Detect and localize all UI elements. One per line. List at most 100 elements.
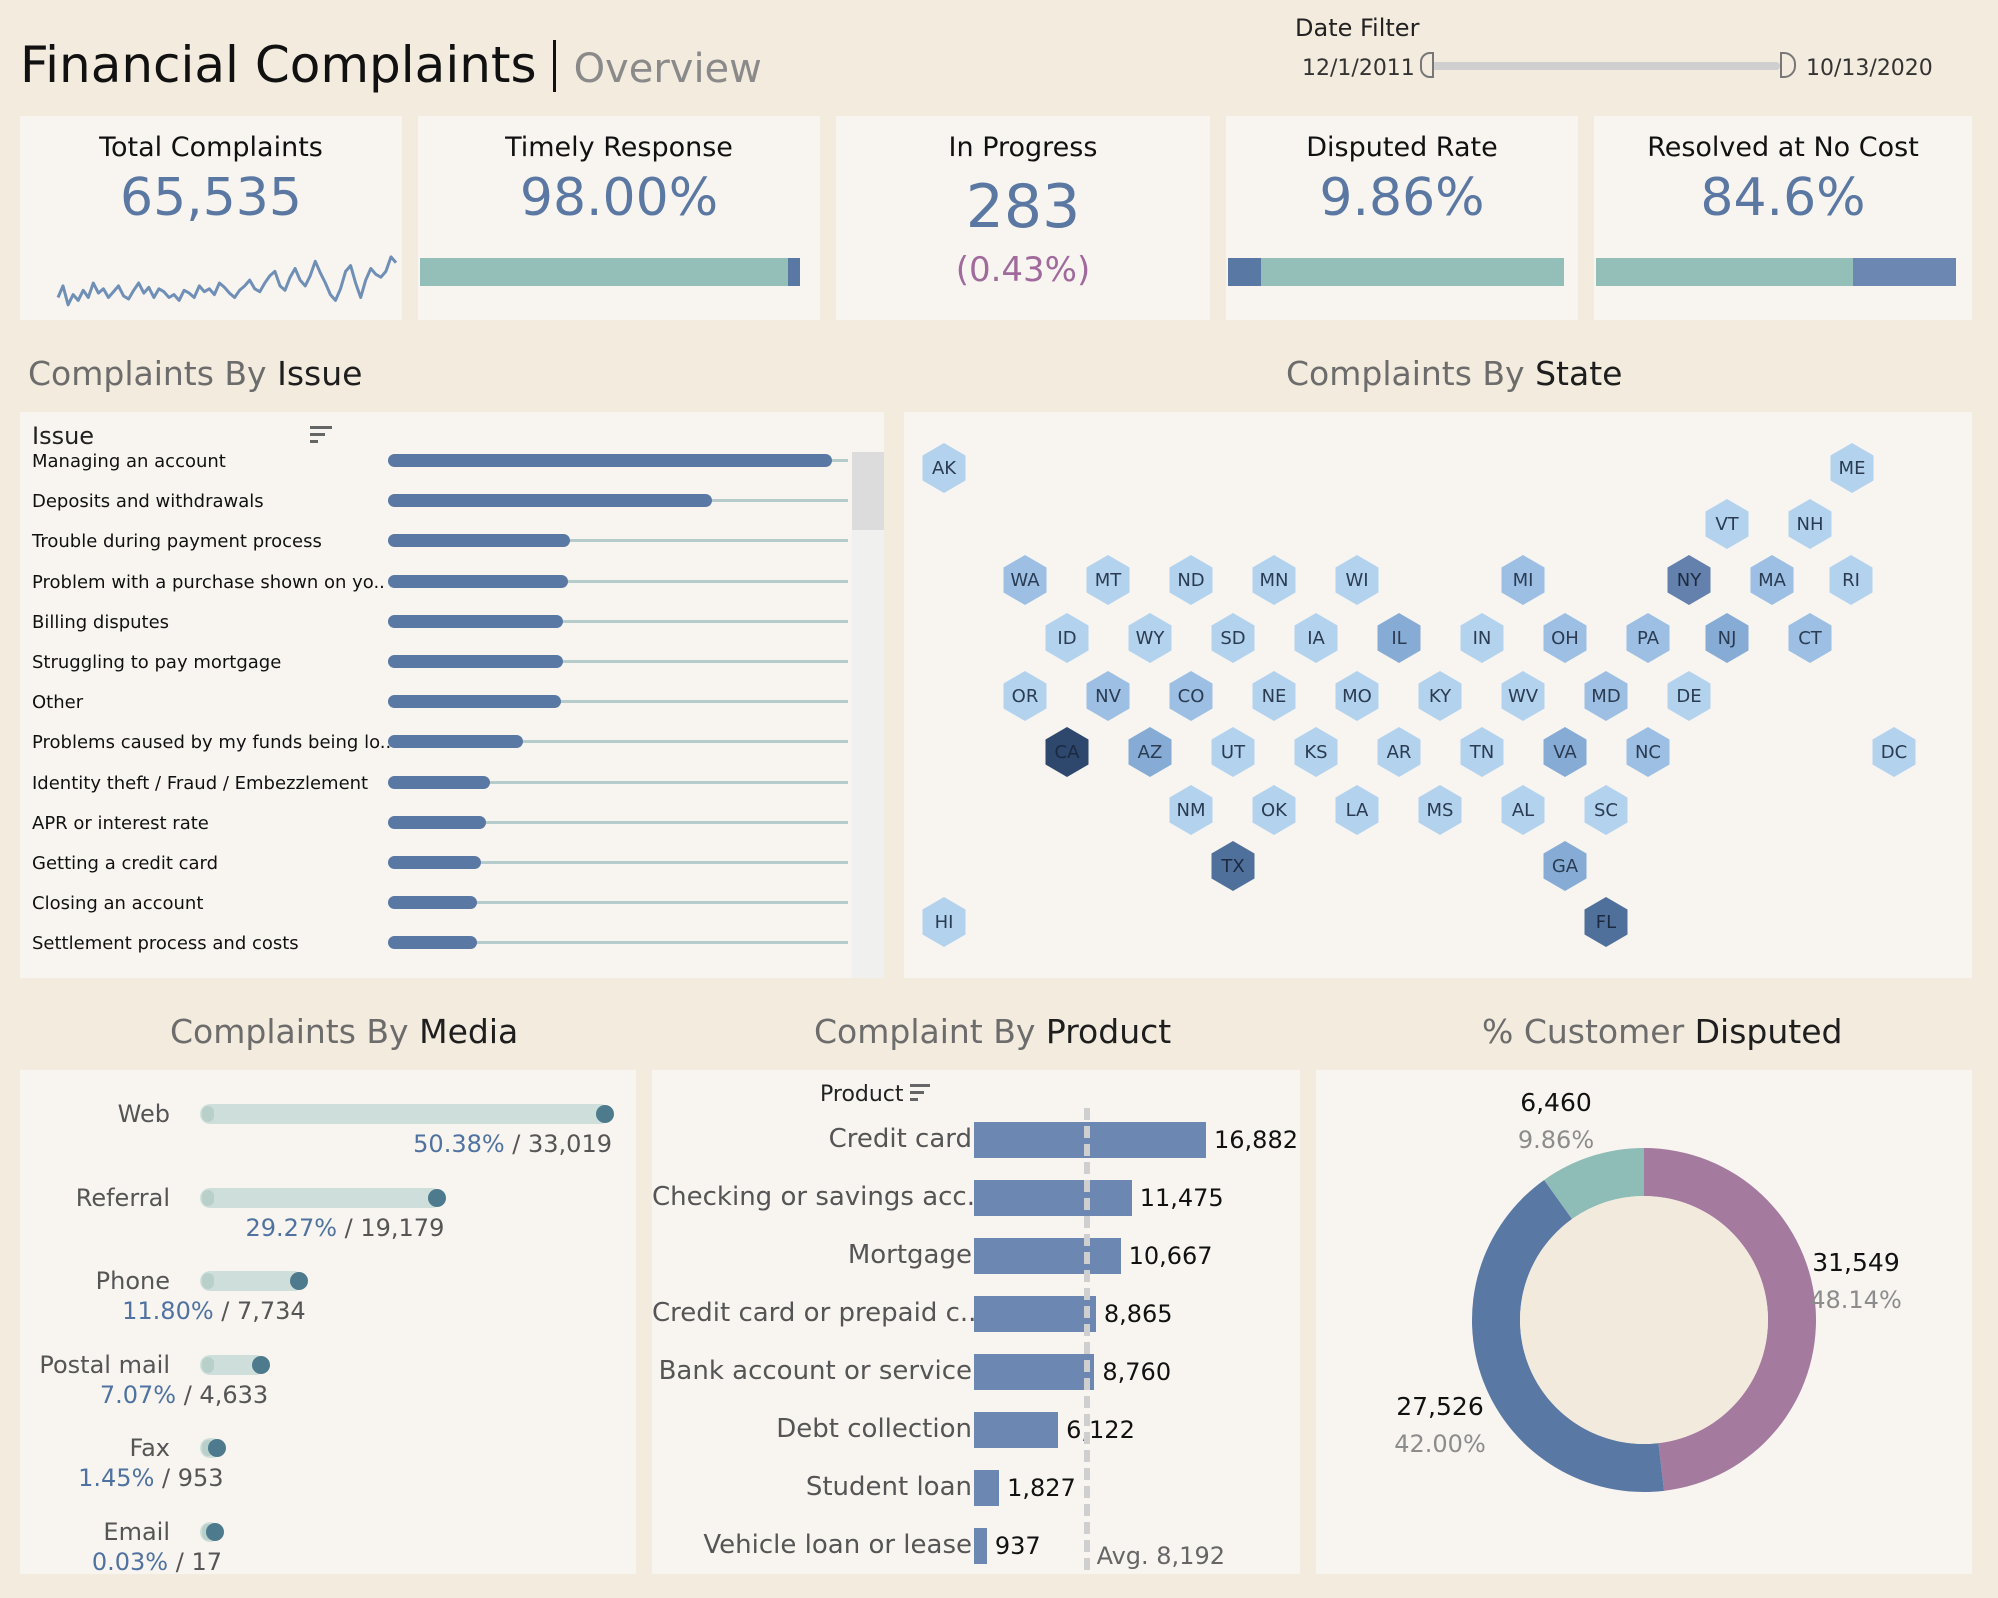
issue-label: Billing disputes [32, 611, 170, 633]
state-hex-tx[interactable]: TX [1211, 841, 1255, 891]
state-hex-ne[interactable]: NE [1252, 671, 1296, 721]
progress-bar [420, 258, 800, 286]
state-hex-me[interactable]: ME [1830, 443, 1874, 493]
section-title-issue: Complaints By Issue [28, 354, 362, 393]
section-title-product: Complaint By Product [814, 1012, 1171, 1051]
issue-bar [388, 896, 477, 910]
state-hex-nm[interactable]: NM [1169, 785, 1213, 835]
media-count: / 33,019 [504, 1130, 612, 1158]
progress-fill [1228, 258, 1262, 286]
media-pct: 7.07% [99, 1380, 177, 1409]
state-hex-ny[interactable]: NY [1667, 555, 1711, 605]
sparkline [56, 255, 398, 307]
product-value: 8,760 [1102, 1358, 1172, 1386]
state-hex-wy[interactable]: WY [1128, 613, 1172, 663]
state-hex-nv[interactable]: NV [1086, 671, 1130, 721]
state-hex-ms[interactable]: MS [1418, 785, 1462, 835]
product-bar [974, 1354, 1095, 1390]
state-hex-al[interactable]: AL [1501, 785, 1545, 835]
state-hex-il[interactable]: IL [1377, 613, 1421, 663]
product-bar [974, 1470, 1000, 1506]
media-count: / 4,633 [176, 1380, 269, 1409]
issue-bar [388, 815, 486, 829]
state-hex-va[interactable]: VA [1543, 727, 1587, 777]
product-bar [974, 1122, 1206, 1158]
state-hex-md[interactable]: MD [1584, 671, 1628, 721]
state-hex-ga[interactable]: GA [1543, 841, 1587, 891]
date-slider-end-handle[interactable] [1780, 52, 1796, 78]
media-dot [596, 1105, 614, 1123]
issue-label: APR or interest rate [32, 812, 209, 834]
state-hex-nc[interactable]: NC [1626, 727, 1670, 777]
state-hex-ut[interactable]: UT [1211, 727, 1255, 777]
state-hex-wv[interactable]: WV [1501, 671, 1545, 721]
date-slider-start-handle[interactable] [1420, 52, 1434, 78]
media-pct: 1.45% [78, 1464, 155, 1492]
state-hex-or[interactable]: OR [1003, 671, 1047, 721]
state-hex-mn[interactable]: MN [1252, 555, 1296, 605]
donut-value-label: 27,526 [1396, 1392, 1484, 1421]
state-hex-sc[interactable]: SC [1584, 785, 1628, 835]
scrollbar-track[interactable] [852, 452, 884, 978]
issue-label: Closing an account [32, 893, 204, 915]
issue-label: Getting a credit card [32, 853, 219, 874]
issue-bar [388, 494, 713, 508]
state-hex-de[interactable]: DE [1667, 671, 1711, 721]
state-hex-pa[interactable]: PA [1626, 613, 1670, 663]
state-hex-nh[interactable]: NH [1788, 499, 1832, 549]
state-hex-mo[interactable]: MO [1335, 671, 1379, 721]
state-hex-fl[interactable]: FL [1584, 897, 1628, 947]
media-count: / 7,734 [213, 1297, 306, 1325]
state-hex-ia[interactable]: IA [1294, 613, 1338, 663]
state-hex-mi[interactable]: MI [1501, 555, 1545, 605]
state-hex-ma[interactable]: MA [1750, 555, 1794, 605]
sort-icon[interactable] [910, 1084, 930, 1104]
state-hex-ky[interactable]: KY [1418, 671, 1462, 721]
state-hex-hi[interactable]: HI [922, 897, 966, 947]
state-hex-oh[interactable]: OH [1543, 613, 1587, 663]
state-hex-ca[interactable]: CA [1045, 727, 1089, 777]
state-hex-mt[interactable]: MT [1086, 555, 1130, 605]
state-map-panel: AK ME VT NH WA MT ND MN WI MI NY MA RI ID WY SD IA IL IN OH… [904, 412, 1972, 978]
state-hex-in[interactable]: IN [1460, 613, 1504, 663]
state-hex-ct[interactable]: CT [1788, 613, 1832, 663]
state-hex-wi[interactable]: WI [1335, 555, 1379, 605]
state-hex-tn[interactable]: TN [1460, 727, 1504, 777]
issue-label: Other [32, 692, 84, 714]
section-prefix: Complaints By [170, 1012, 420, 1051]
state-hex-az[interactable]: AZ [1128, 727, 1172, 777]
state-hex-ak[interactable]: AK [922, 443, 966, 493]
state-hex-ar[interactable]: AR [1377, 727, 1421, 777]
issue-label: Settlement process and costs [32, 933, 299, 955]
state-hex-wa[interactable]: WA [1003, 555, 1047, 605]
kpi-value: 98.00% [519, 168, 719, 228]
product-bar [974, 1180, 1132, 1216]
date-slider-track[interactable] [1420, 62, 1780, 70]
issue-column-header: Issue [32, 422, 95, 450]
media-label: Postal mail [39, 1350, 170, 1379]
state-hex-ri[interactable]: RI [1829, 555, 1873, 605]
sort-icon-line [910, 1091, 924, 1094]
state-hex-id[interactable]: ID [1045, 613, 1089, 663]
media-label: Email [103, 1517, 170, 1546]
state-hex-dc[interactable]: DC [1872, 727, 1916, 777]
state-hex-co[interactable]: CO [1169, 671, 1213, 721]
product-value: 937 [994, 1532, 1041, 1560]
state-hex-ok[interactable]: OK [1252, 785, 1296, 835]
issue-label: Deposits and withdrawals [32, 491, 264, 513]
section-title-disputed: % Customer Disputed [1482, 1012, 1842, 1051]
scrollbar-thumb[interactable] [852, 452, 884, 530]
media-start [202, 1189, 214, 1206]
state-hex-ks[interactable]: KS [1294, 727, 1338, 777]
media-label: Referral [75, 1183, 170, 1212]
state-hex-nj[interactable]: NJ [1705, 613, 1749, 663]
state-hex-la[interactable]: LA [1335, 785, 1379, 835]
sort-icon[interactable] [310, 426, 332, 446]
media-start [202, 1356, 214, 1373]
issue-label: Struggling to pay mortgage [32, 652, 282, 673]
title-text: Financial Complaints [20, 36, 537, 94]
state-hex-sd[interactable]: SD [1211, 613, 1255, 663]
average-reference-line [1083, 1108, 1090, 1570]
state-hex-vt[interactable]: VT [1705, 499, 1749, 549]
state-hex-nd[interactable]: ND [1169, 555, 1213, 605]
